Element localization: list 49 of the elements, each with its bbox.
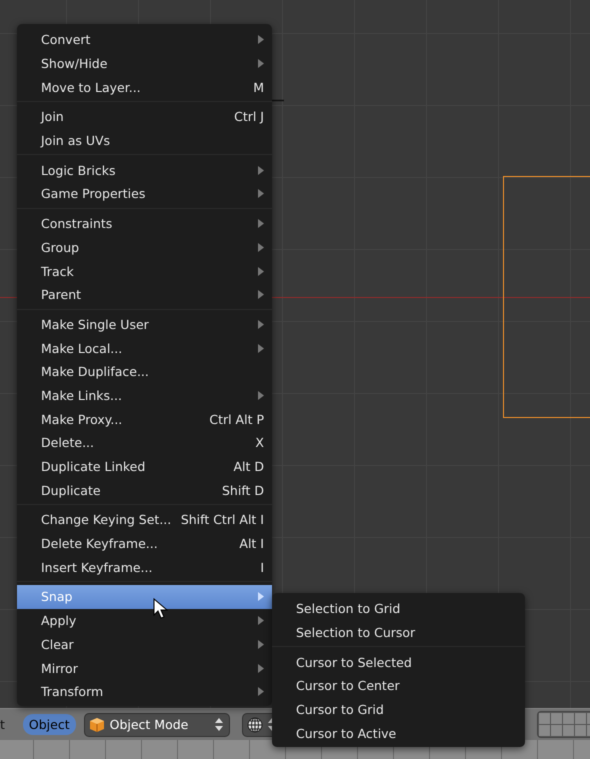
menu-item[interactable]: Insert Keyframe... I: [17, 555, 272, 580]
menu-item[interactable]: Game Properties: [17, 182, 272, 206]
menu-item[interactable]: Cursor to Selected: [272, 650, 525, 674]
menu-item[interactable]: Change Keying Set... Shift Ctrl Alt I: [17, 508, 272, 532]
menu-item[interactable]: Selection to Cursor: [272, 620, 525, 644]
menu-item[interactable]: Make Links...: [17, 384, 272, 408]
menu-item[interactable]: Duplicate Linked Alt D: [17, 454, 272, 478]
menu-item[interactable]: Convert: [17, 28, 272, 52]
menu-item[interactable]: Make Local...: [17, 336, 272, 360]
shortcut-label: M: [253, 80, 264, 95]
menu-item[interactable]: Logic Bricks: [17, 158, 272, 182]
mouse-pointer-icon: [153, 598, 169, 620]
menu-item[interactable]: Clear: [17, 632, 272, 656]
menu-item[interactable]: Constraints: [17, 212, 272, 236]
globe-icon: [246, 716, 263, 732]
menu-item[interactable]: Apply: [17, 608, 272, 632]
object-menu-button[interactable]: Object: [22, 714, 76, 735]
header-label: t: [0, 717, 5, 732]
menu-item[interactable]: Show/Hide: [17, 52, 272, 76]
menu-item[interactable]: Make Proxy... Ctrl Alt P: [17, 407, 272, 431]
menu-item[interactable]: Parent: [17, 282, 272, 307]
shortcut-label: Ctrl Alt P: [209, 412, 264, 427]
menu-item[interactable]: Duplicate Shift D: [17, 478, 272, 502]
menu-item[interactable]: Transform: [17, 680, 272, 704]
shortcut-label: I: [260, 560, 264, 575]
menu-item[interactable]: Selection to Grid: [272, 597, 525, 621]
layer-grid[interactable]: [537, 711, 590, 738]
menu-item[interactable]: Move to Layer... M: [17, 75, 272, 100]
menu-item[interactable]: Track: [17, 259, 272, 283]
menu-item[interactable]: Mirror: [17, 656, 272, 680]
menu-item[interactable]: Delete Keyframe... Alt I: [17, 532, 272, 556]
menu-item[interactable]: Delete... X: [17, 431, 272, 455]
menu-item[interactable]: Join Ctrl J: [17, 105, 272, 129]
shortcut-label: X: [255, 435, 264, 450]
shortcut-label: Alt D: [233, 459, 264, 474]
shortcut-label: Shift D: [222, 482, 264, 498]
menu-item[interactable]: Make Dupliface...: [17, 360, 272, 384]
menu-item[interactable]: Cursor to Grid: [272, 698, 525, 722]
updown-icon: [214, 718, 223, 731]
menu-item[interactable]: Cursor to Active: [272, 721, 525, 746]
menu-item[interactable]: Join as UVs: [17, 128, 272, 152]
mode-dropdown[interactable]: Object Mode: [84, 712, 230, 736]
cube-icon: [88, 716, 105, 732]
shortcut-label: Ctrl J: [234, 109, 264, 124]
shortcut-label: Alt I: [239, 536, 264, 552]
menu-item[interactable]: Make Single User: [17, 312, 272, 336]
menu-item[interactable]: Group: [17, 236, 272, 260]
menu-item[interactable]: Cursor to Center: [272, 674, 525, 698]
shortcut-label: Shift Ctrl Alt I: [180, 512, 264, 528]
